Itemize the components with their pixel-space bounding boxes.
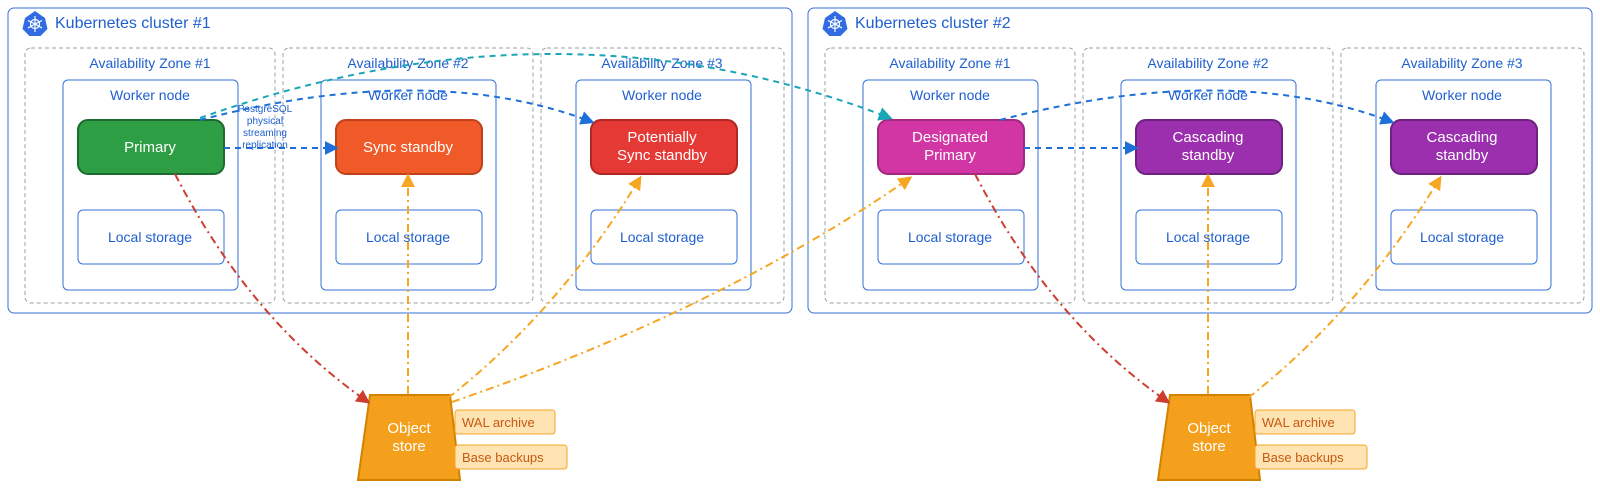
c2-az2-wn: Worker node: [1168, 87, 1248, 103]
c2-az1-title: Availability Zone #1: [889, 55, 1010, 71]
kubernetes-icon: [823, 11, 848, 36]
c1-az3: Availability Zone #3 Worker node Potenti…: [541, 48, 784, 303]
c1-az1-storage: Local storage: [108, 229, 192, 245]
object-store-1: Object store WAL archive Base backups: [358, 395, 567, 480]
c1-az2-title: Availability Zone #2: [347, 55, 468, 71]
obj2-wal: WAL archive: [1262, 415, 1335, 430]
cs1-l1: Cascading: [1173, 129, 1244, 146]
svg-text:store: store: [1192, 438, 1225, 455]
cluster-2: Kubernetes cluster #2 Availability Zone …: [808, 8, 1592, 313]
psync-l2: Sync standby: [617, 147, 708, 164]
svg-text:store: store: [392, 438, 425, 455]
c1-az3-storage: Local storage: [620, 229, 704, 245]
svg-text:physical: physical: [247, 116, 283, 127]
arrow-designated-to-objstore2: [975, 174, 1168, 402]
sync-standby-label: Sync standby: [363, 139, 454, 156]
object-store-2: Object store WAL archive Base backups: [1158, 395, 1367, 480]
svg-text:Object: Object: [1187, 420, 1231, 437]
c1-az1-title: Availability Zone #1: [89, 55, 210, 71]
obj2-base: Base backups: [1262, 450, 1344, 465]
c1-az1-wn: Worker node: [110, 87, 190, 103]
c2-az3-storage: Local storage: [1420, 229, 1504, 245]
cluster-1-title: Kubernetes cluster #1: [55, 15, 211, 32]
arrow-primary-to-objstore1: [175, 174, 368, 402]
c2-az1: Availability Zone #1 Worker node Designa…: [825, 48, 1075, 303]
c1-az1: Availability Zone #1 Worker node Primary…: [25, 48, 275, 303]
c1-az2-wn: Worker node: [368, 87, 448, 103]
c2-az3-title: Availability Zone #3: [1401, 55, 1522, 71]
cluster-2-title: Kubernetes cluster #2: [855, 15, 1011, 32]
c1-az3-title: Availability Zone #3: [601, 55, 722, 71]
c2-az3: Availability Zone #3 Worker node Cascadi…: [1341, 48, 1584, 303]
obj1-base: Base backups: [462, 450, 544, 465]
cluster-1: Kubernetes cluster #1 Availability Zone …: [8, 8, 792, 313]
c2-az3-wn: Worker node: [1422, 87, 1502, 103]
c2-az1-wn: Worker node: [910, 87, 990, 103]
obj1-wal: WAL archive: [462, 415, 535, 430]
arrow-objstore2-to-casc2: [1248, 178, 1440, 398]
dp-l1: Designated: [912, 129, 988, 146]
cs1-l2: standby: [1182, 147, 1235, 164]
svg-text:streaming: streaming: [243, 128, 287, 139]
arrow-objstore1-to-psync: [448, 178, 640, 398]
replication-annotation: PostgreSQL physical streaming replicatio…: [238, 104, 293, 151]
c2-az1-storage: Local storage: [908, 229, 992, 245]
c1-az3-wn: Worker node: [622, 87, 702, 103]
kubernetes-icon: [23, 11, 48, 36]
svg-text:replication: replication: [242, 140, 288, 151]
cs2-l1: Cascading: [1427, 129, 1498, 146]
arrow-primary-to-designated: [200, 54, 890, 118]
c2-az2-title: Availability Zone #2: [1147, 55, 1268, 71]
cs2-l2: standby: [1436, 147, 1489, 164]
dp-l2: Primary: [924, 147, 976, 164]
primary-node-label: Primary: [124, 139, 176, 156]
svg-text:Object: Object: [387, 420, 431, 437]
svg-text:PostgreSQL: PostgreSQL: [238, 104, 293, 115]
psync-l1: Potentially: [627, 129, 697, 146]
